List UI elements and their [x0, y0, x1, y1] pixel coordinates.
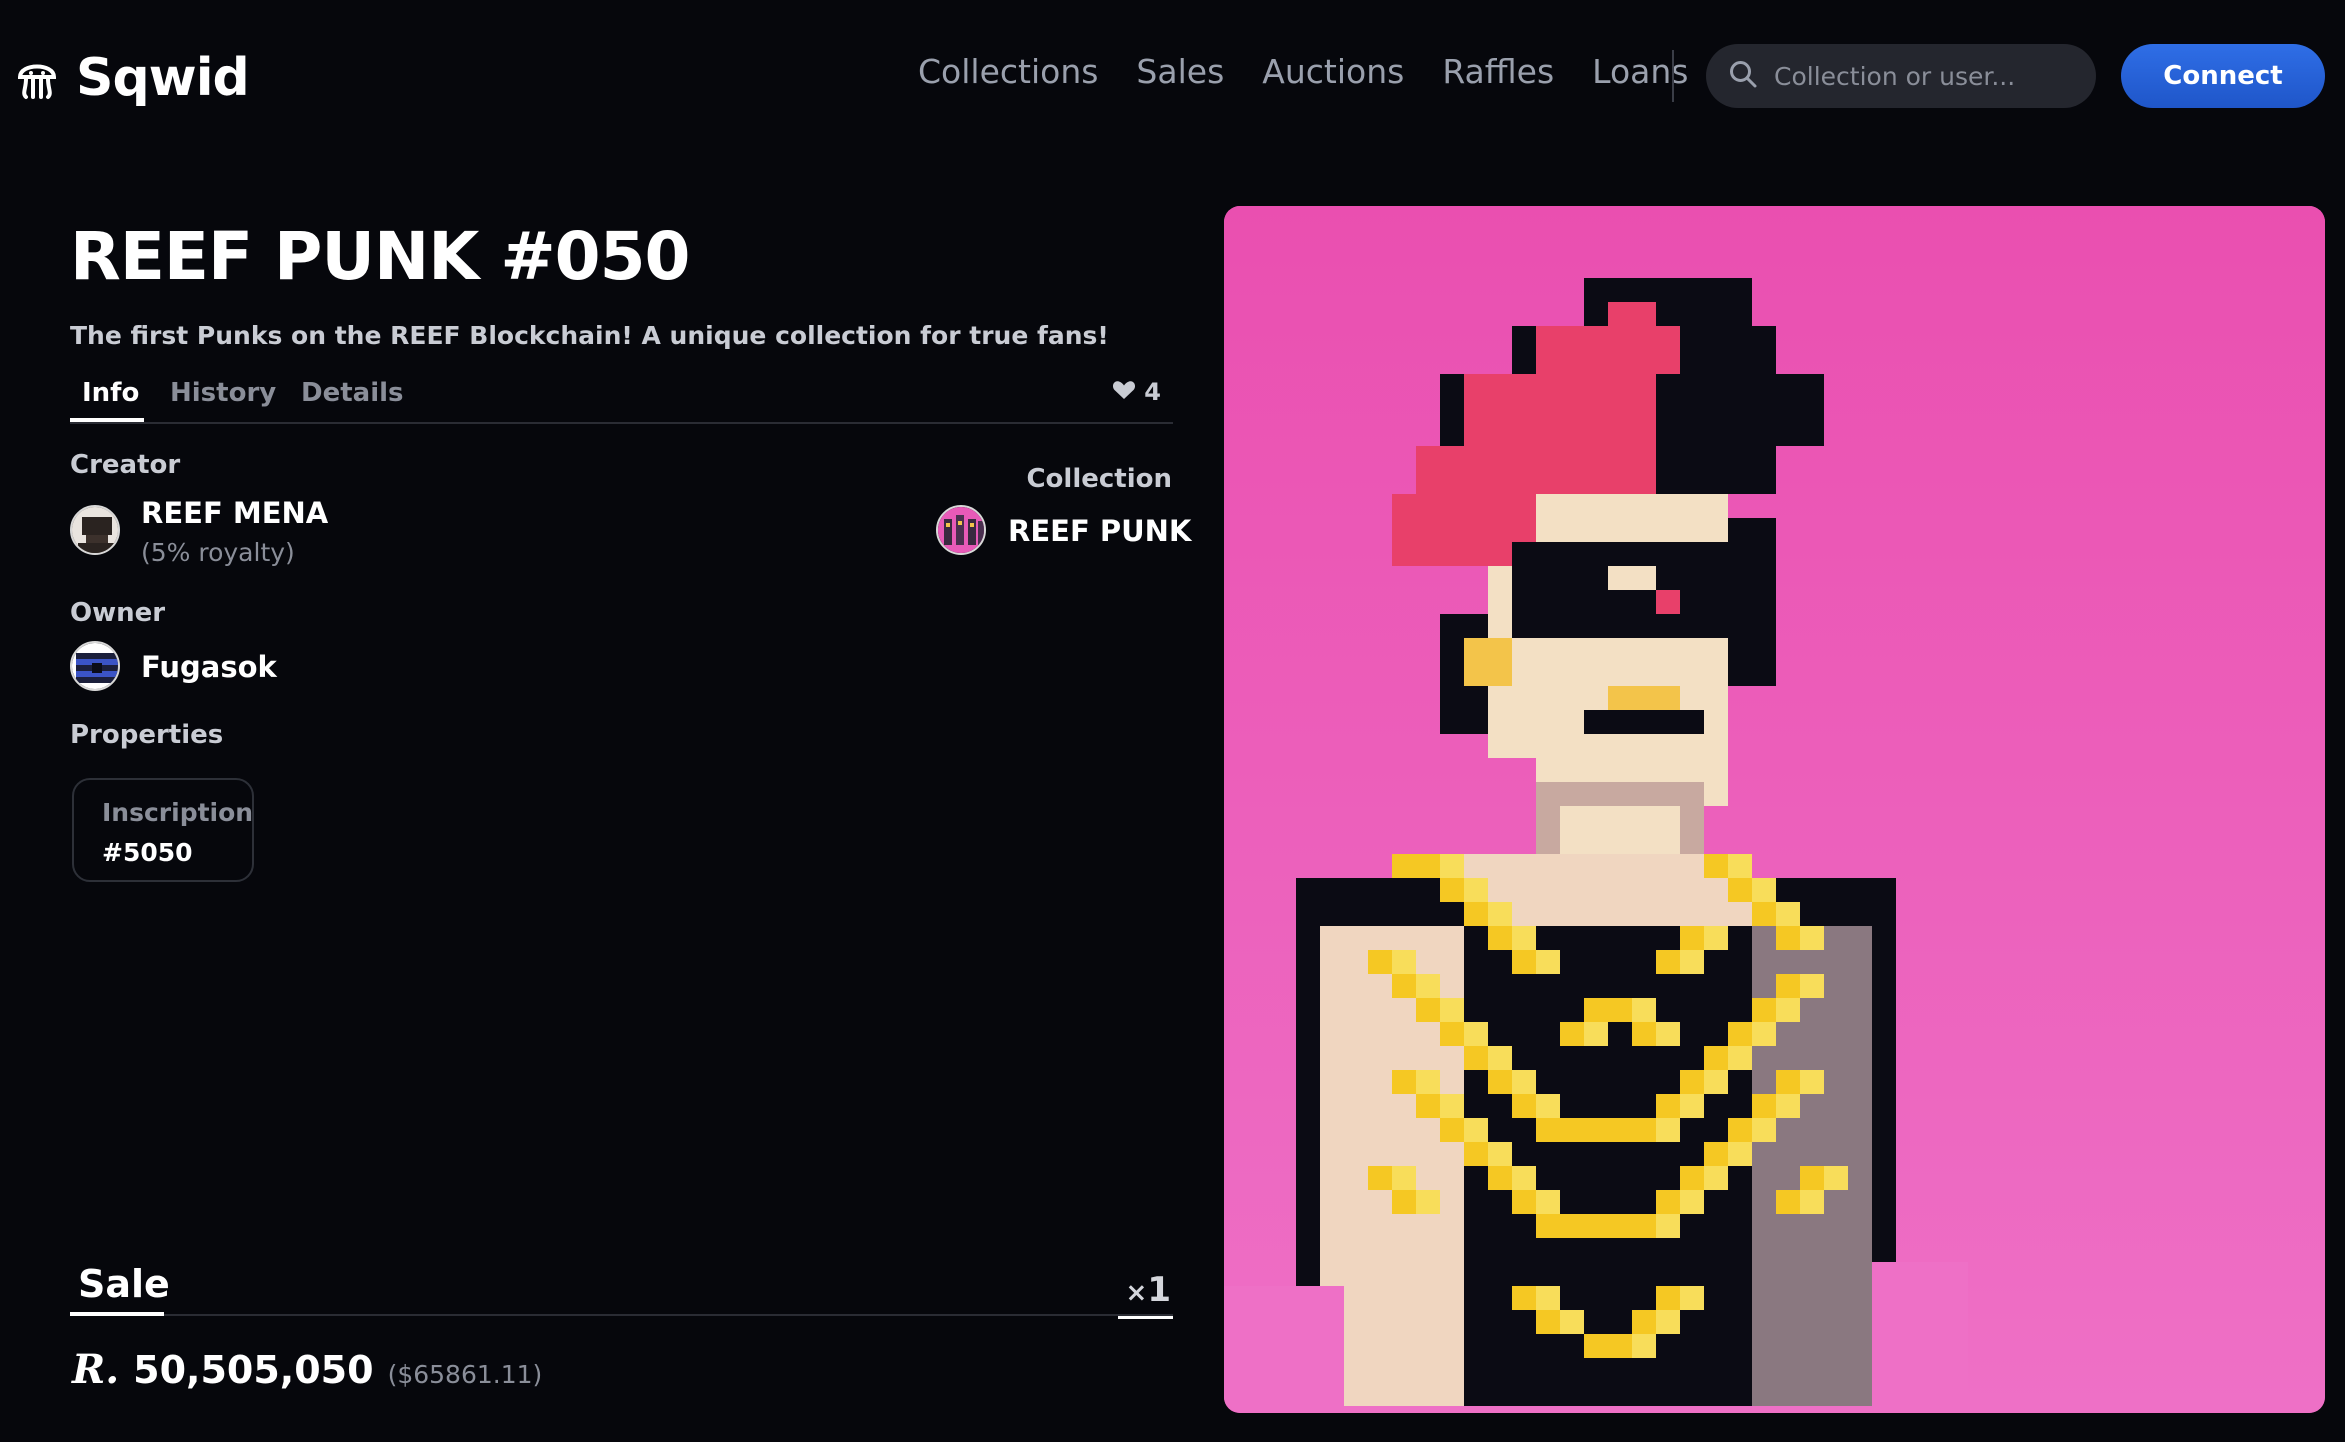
creator-name[interactable]: REEF MENA	[141, 496, 328, 530]
creator-avatar[interactable]	[70, 505, 120, 555]
brand-logo[interactable]: Sqwid	[16, 48, 250, 108]
property-card: Inscription #5050	[72, 778, 254, 882]
main-nav: Collections Sales Auctions Raffles Loans	[918, 52, 1726, 91]
price-usd: ($65861.11)	[387, 1360, 543, 1389]
sale-quantity: ×1	[1117, 1270, 1173, 1319]
collection-name[interactable]: REEF PUNK	[1008, 514, 1191, 548]
connect-button[interactable]: Connect	[2121, 44, 2325, 108]
sale-price: R. 50,505,050 ($65861.11)	[72, 1346, 542, 1393]
search-bar[interactable]	[1706, 44, 2096, 108]
item-title: REEF PUNK #050	[70, 218, 690, 295]
owner-name[interactable]: Fugasok	[141, 650, 277, 684]
collection-avatar[interactable]	[936, 505, 986, 555]
nav-raffles[interactable]: Raffles	[1442, 52, 1554, 91]
properties-label: Properties	[70, 720, 224, 750]
jellyfish-icon	[16, 55, 58, 101]
nft-artwork[interactable]	[1224, 206, 2325, 1413]
tab-info[interactable]: Info	[82, 378, 139, 408]
price-value: 50,505,050	[133, 1348, 374, 1392]
nav-divider	[1672, 50, 1674, 102]
tab-history[interactable]: History	[170, 378, 276, 408]
item-description: The first Punks on the REEF Blockchain! …	[70, 321, 1109, 350]
creator-label: Creator	[70, 450, 181, 480]
sale-label: Sale	[78, 1262, 170, 1306]
like-button[interactable]: 4	[1112, 378, 1161, 406]
quantity-multiplier: ×	[1125, 1278, 1148, 1308]
owner-label: Owner	[70, 598, 166, 628]
item-tabs: Info History Details 4	[70, 378, 1173, 424]
brand-name: Sqwid	[76, 48, 250, 108]
heart-icon	[1112, 378, 1136, 406]
active-tab-indicator	[70, 418, 144, 422]
nav-loans[interactable]: Loans	[1592, 52, 1688, 91]
quantity-value: 1	[1147, 1270, 1171, 1310]
nav-auctions[interactable]: Auctions	[1262, 52, 1404, 91]
search-input[interactable]	[1772, 60, 2076, 92]
nav-collections[interactable]: Collections	[918, 52, 1098, 91]
owner-avatar[interactable]	[70, 641, 120, 691]
sale-header: Sale ×1	[70, 1262, 1173, 1319]
tab-details[interactable]: Details	[301, 378, 404, 408]
nav-sales[interactable]: Sales	[1136, 52, 1224, 91]
creator-royalty: (5% royalty)	[141, 538, 295, 567]
collection-label: Collection	[1026, 464, 1172, 494]
like-count: 4	[1144, 378, 1161, 406]
property-key: Inscription	[102, 798, 254, 827]
sale-underline	[70, 1312, 164, 1316]
property-value: #5050	[102, 838, 193, 867]
search-icon	[1706, 59, 1772, 93]
pixel-punk-image	[1224, 206, 2325, 1413]
reef-currency-icon: R.	[72, 1346, 120, 1393]
